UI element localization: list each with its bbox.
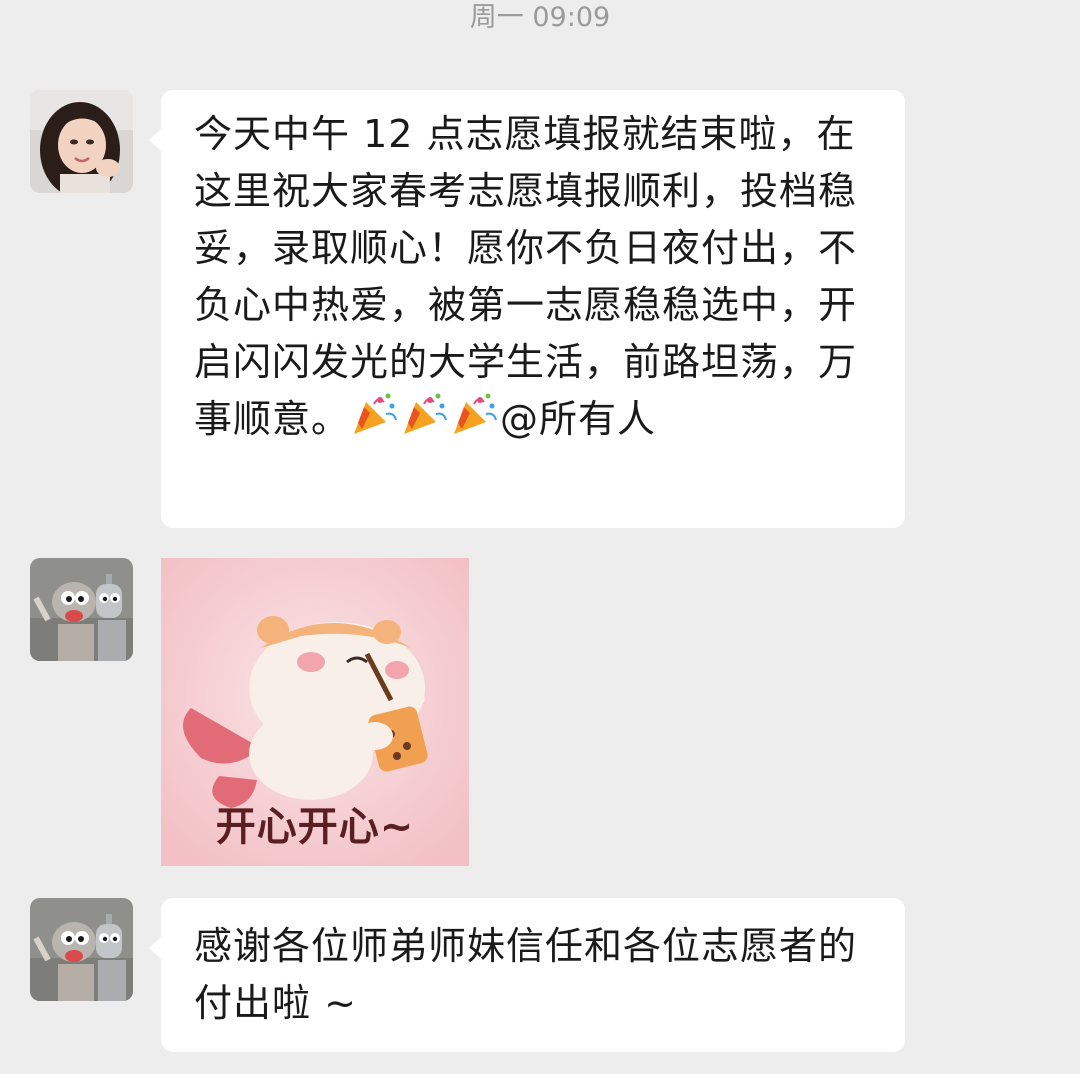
message-text: 今天中午 12 点志愿填报就结束啦，在这里祝大家春考志愿填报顺利，投档稳妥，录取… bbox=[194, 112, 858, 441]
message-timestamp: 周一 09:09 bbox=[469, 2, 611, 33]
bubble-tail bbox=[149, 936, 162, 960]
bubble-tail bbox=[149, 128, 162, 152]
avatar-cartoon-robots-image bbox=[30, 898, 133, 1001]
party-popper-icon bbox=[400, 392, 450, 438]
sender-avatar-girl[interactable] bbox=[30, 90, 133, 193]
party-popper-icon bbox=[450, 392, 500, 438]
message-text: 感谢各位师弟师妹信任和各位志愿者的付出啦 ~ bbox=[194, 924, 858, 1025]
message-bubble-text[interactable]: 今天中午 12 点志愿填报就结束啦，在这里祝大家春考志愿填报顺利，投档稳妥，录取… bbox=[149, 90, 905, 528]
party-popper-icon bbox=[350, 392, 400, 438]
avatar-girl-image bbox=[30, 90, 133, 193]
sticker-caption: 开心开心~ bbox=[215, 804, 415, 850]
sender-avatar-cartoon[interactable] bbox=[30, 558, 133, 661]
sender-avatar-cartoon[interactable] bbox=[30, 898, 133, 1001]
message-bubble-text[interactable]: 感谢各位师弟师妹信任和各位志愿者的付出啦 ~ bbox=[149, 898, 905, 1052]
sticker-image[interactable]: 开心开心~ bbox=[161, 558, 469, 866]
avatar-cartoon-robots-image bbox=[30, 558, 133, 661]
mention-all-link[interactable]: @所有人 bbox=[500, 397, 656, 441]
